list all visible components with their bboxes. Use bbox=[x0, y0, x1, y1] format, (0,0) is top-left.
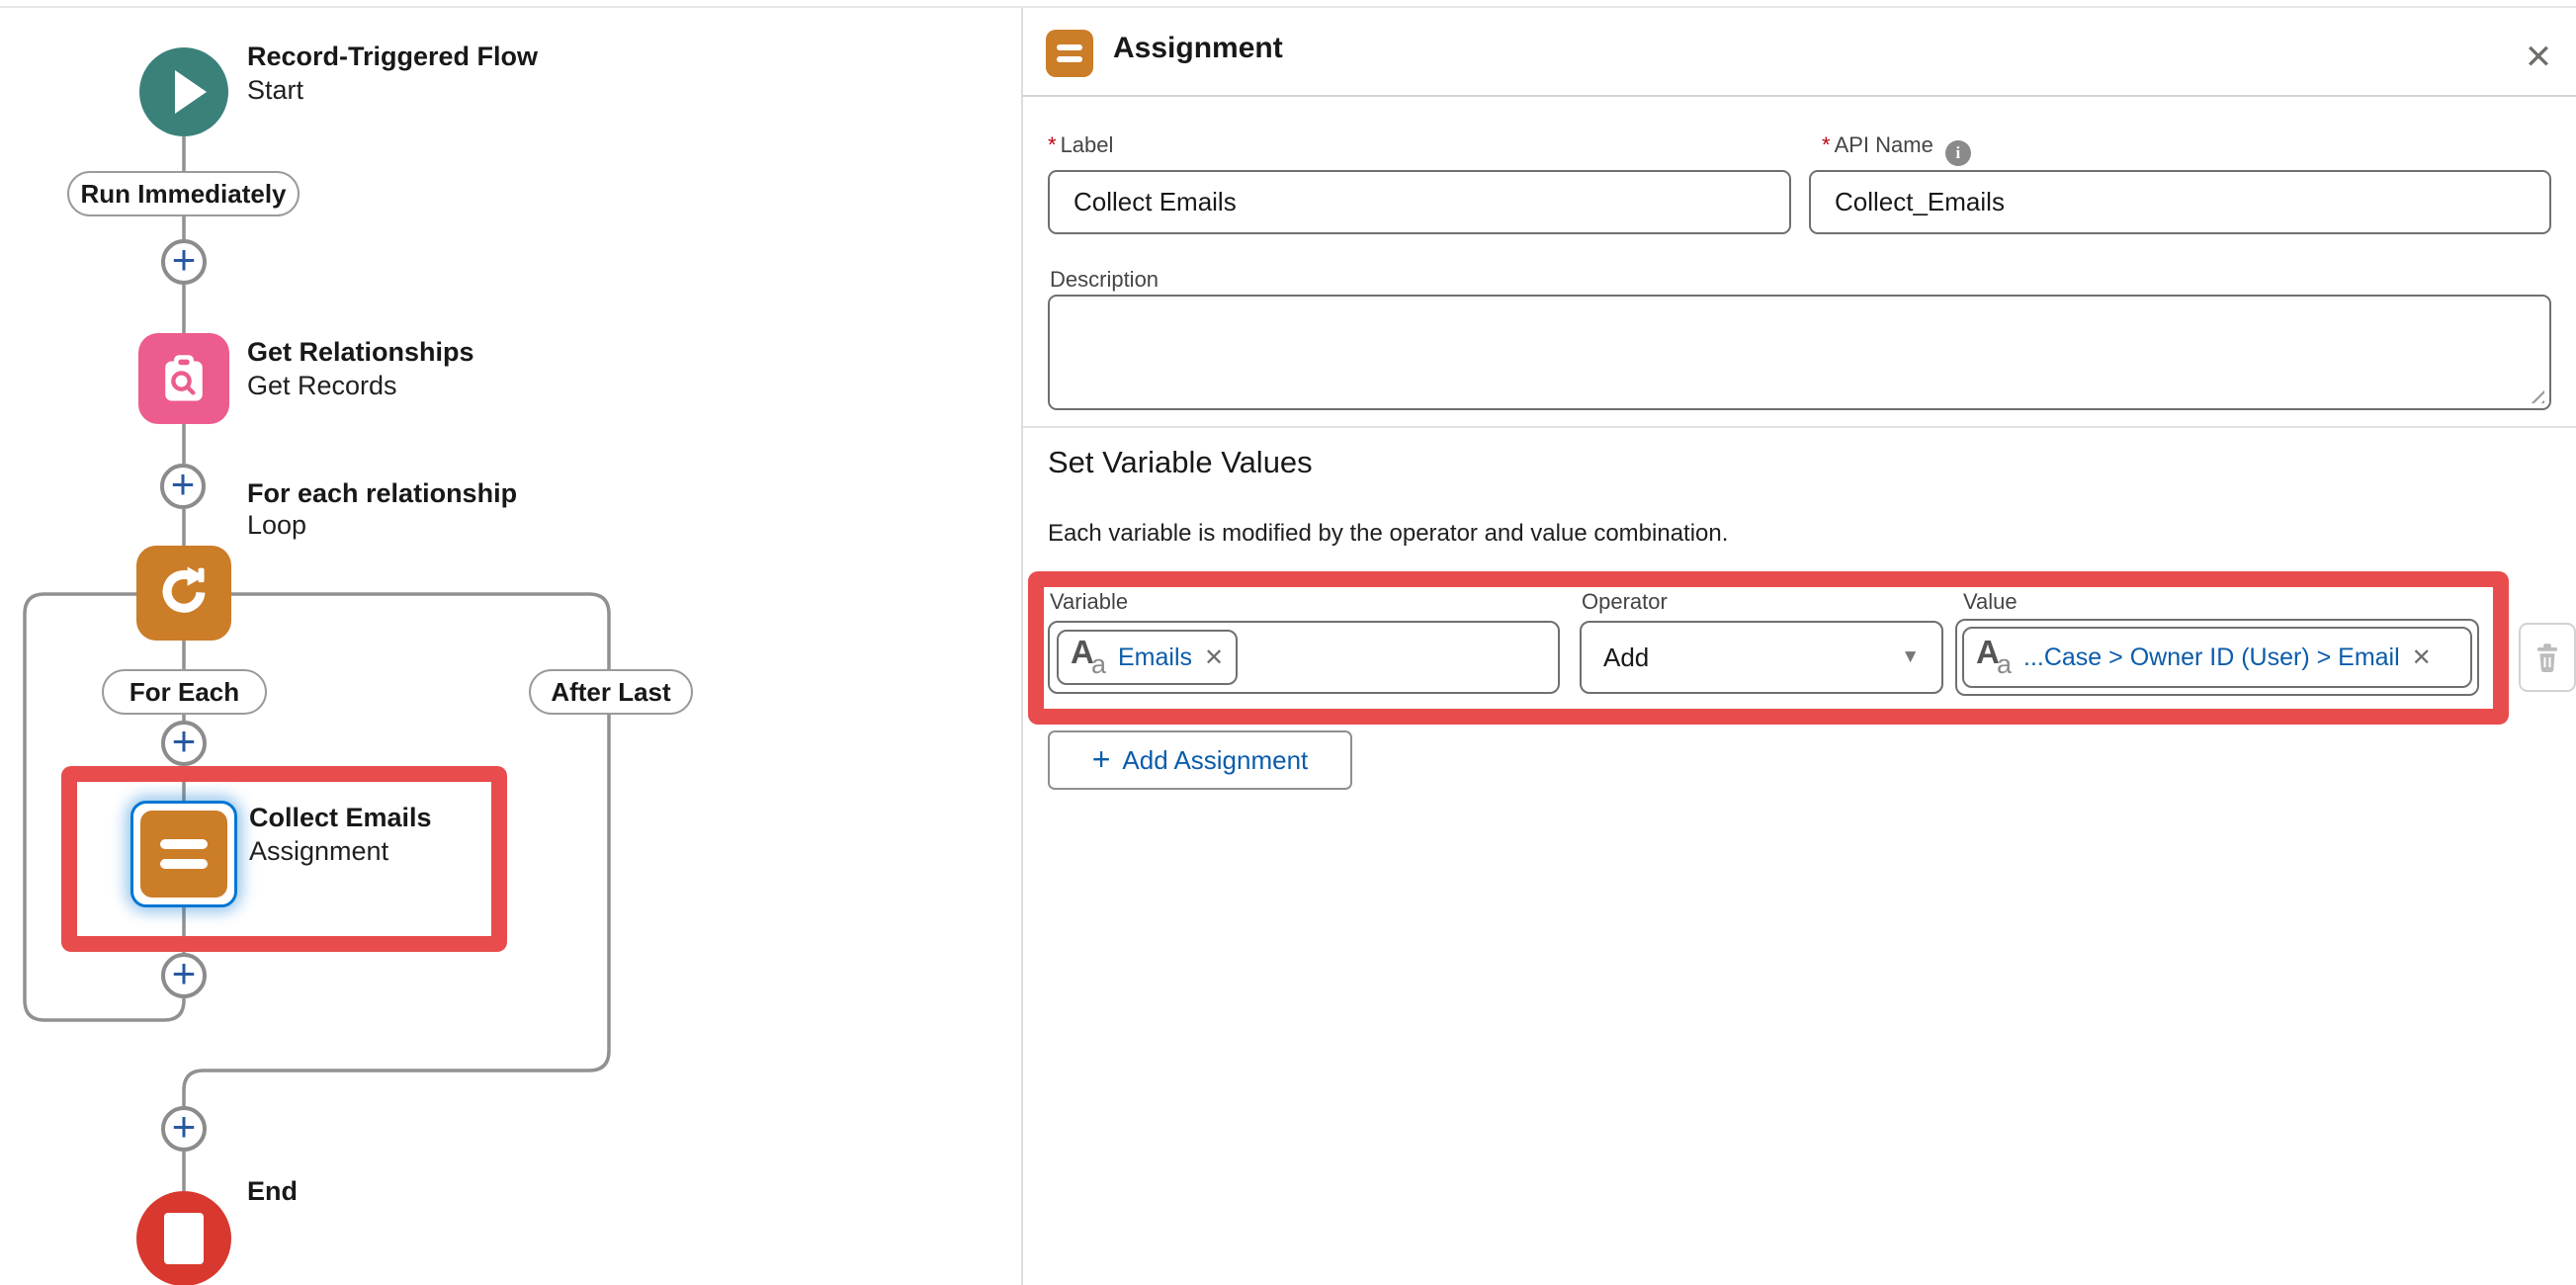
trash-icon bbox=[2533, 641, 2562, 674]
end-node[interactable] bbox=[136, 1191, 231, 1285]
get-records-title: Get Relationships bbox=[247, 337, 474, 368]
panel-title: Assignment bbox=[1113, 32, 1283, 65]
end-node-title: End bbox=[247, 1176, 298, 1207]
delete-assignment-button[interactable] bbox=[2519, 623, 2576, 692]
get-records-node[interactable] bbox=[138, 333, 229, 424]
annotation-highlight-panel bbox=[1028, 571, 2509, 725]
add-element-button-2[interactable]: + bbox=[160, 464, 206, 509]
for-each-branch-badge[interactable]: For Each bbox=[102, 669, 267, 715]
label-input[interactable]: Collect Emails bbox=[1048, 170, 1791, 234]
run-immediately-badge[interactable]: Run Immediately bbox=[67, 171, 300, 216]
start-node[interactable] bbox=[139, 47, 228, 136]
loop-icon bbox=[155, 564, 213, 622]
annotation-highlight-canvas bbox=[61, 766, 507, 952]
add-element-button-4[interactable]: + bbox=[161, 953, 207, 998]
section-help-text: Each variable is modified by the operato… bbox=[1048, 520, 1728, 548]
loop-title: For each relationship bbox=[247, 478, 517, 509]
loop-subtitle: Loop bbox=[247, 510, 306, 541]
stop-icon bbox=[164, 1213, 204, 1264]
after-last-branch-badge[interactable]: After Last bbox=[529, 669, 693, 715]
description-field-label: Description bbox=[1050, 267, 1159, 293]
info-icon[interactable]: i bbox=[1945, 140, 1971, 166]
equals-bars-icon bbox=[160, 839, 208, 869]
equals-bars-icon bbox=[1057, 44, 1082, 62]
api-name-input[interactable]: Collect_Emails bbox=[1809, 170, 2551, 234]
assignment-node-selected[interactable] bbox=[130, 801, 237, 907]
panel-header-divider bbox=[1022, 95, 2576, 97]
canvas-panel-divider bbox=[1021, 8, 1023, 1285]
start-node-subtitle: Start bbox=[247, 75, 303, 106]
add-element-button-1[interactable]: + bbox=[161, 239, 207, 285]
required-asterisk: * bbox=[1822, 132, 1831, 157]
required-asterisk: * bbox=[1048, 132, 1057, 157]
add-element-button-5[interactable]: + bbox=[161, 1106, 207, 1152]
close-icon[interactable]: ✕ bbox=[2517, 36, 2560, 79]
assignment-icon bbox=[140, 811, 227, 898]
start-node-title: Record-Triggered Flow bbox=[247, 42, 538, 72]
plus-icon: + bbox=[172, 1106, 197, 1148]
plus-icon: + bbox=[1092, 743, 1111, 775]
get-records-subtitle: Get Records bbox=[247, 371, 397, 401]
add-assignment-button[interactable]: + Add Assignment bbox=[1048, 730, 1352, 790]
flow-builder-screen: Record-Triggered Flow Start Run Immediat… bbox=[0, 0, 2576, 1285]
plus-icon: + bbox=[172, 239, 197, 281]
set-variable-values-heading: Set Variable Values bbox=[1048, 445, 1313, 480]
play-icon bbox=[175, 70, 207, 114]
get-records-icon bbox=[154, 349, 214, 408]
add-element-button-3[interactable]: + bbox=[161, 721, 207, 766]
loop-node[interactable] bbox=[136, 546, 231, 641]
plus-icon: + bbox=[171, 464, 196, 505]
plus-icon: + bbox=[172, 721, 197, 762]
resize-grip-icon[interactable] bbox=[2525, 384, 2544, 403]
section-divider bbox=[1022, 426, 2576, 428]
description-textarea[interactable] bbox=[1048, 295, 2551, 410]
panel-assignment-icon bbox=[1046, 30, 1093, 77]
label-field-label: *Label bbox=[1048, 132, 1113, 158]
plus-icon: + bbox=[172, 953, 197, 994]
api-name-field-label: *API Namei bbox=[1822, 132, 1971, 166]
